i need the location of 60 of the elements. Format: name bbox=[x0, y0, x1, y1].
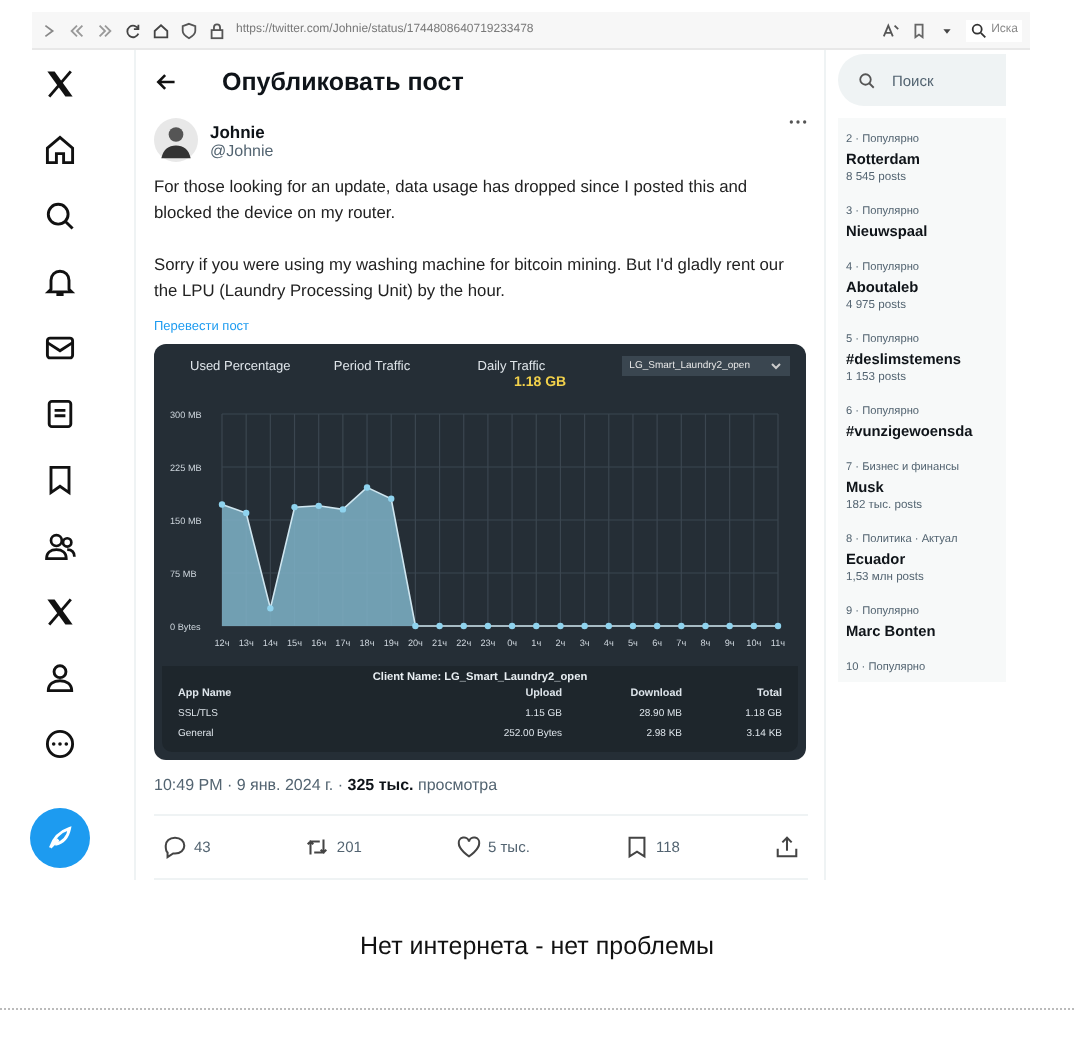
chevron-icon bbox=[770, 360, 782, 372]
data-point bbox=[339, 506, 347, 513]
post-text: Sorry if you were using my washing machine for bitcoin mining. But I'd gladly rent our the LPU (Laundry Processing Unit) by the hour. bbox=[154, 252, 784, 304]
avatar[interactable] bbox=[154, 118, 198, 162]
data-point bbox=[533, 622, 540, 630]
data-point bbox=[291, 504, 298, 511]
data-point bbox=[242, 509, 250, 517]
bookmark-icon[interactable] bbox=[623, 834, 650, 860]
post-text: For those looking for an update, data usage has dropped since I posted this and blocked the device on my router. bbox=[154, 174, 750, 226]
reload-icon[interactable] bbox=[124, 21, 142, 39]
comment-icon[interactable] bbox=[162, 834, 188, 860]
profile-icon[interactable] bbox=[41, 660, 77, 696]
read-aloud-icon[interactable] bbox=[881, 21, 900, 39]
x-logo-icon[interactable] bbox=[41, 66, 77, 102]
share-icon[interactable] bbox=[774, 834, 800, 860]
back-arrow-icon[interactable] bbox=[154, 70, 178, 94]
page-title: Опубликовать пост bbox=[222, 68, 464, 96]
data-point bbox=[267, 605, 274, 612]
data-point bbox=[605, 622, 612, 630]
author-name[interactable]: Johnie bbox=[210, 121, 776, 141]
rewind-icon[interactable] bbox=[68, 21, 86, 39]
author-handle[interactable]: @Johnie bbox=[210, 141, 776, 159]
data-point bbox=[218, 501, 226, 508]
fast-forward-icon[interactable] bbox=[96, 21, 114, 39]
data-point bbox=[774, 622, 782, 630]
lock-icon bbox=[208, 21, 226, 39]
data-point bbox=[629, 622, 637, 630]
home-icon[interactable] bbox=[152, 21, 170, 39]
feather-icon bbox=[43, 822, 75, 854]
data-point bbox=[557, 622, 564, 630]
repost-icon[interactable] bbox=[304, 834, 331, 860]
heart-icon[interactable] bbox=[455, 834, 482, 860]
data-point bbox=[702, 622, 709, 630]
data-point bbox=[315, 502, 322, 510]
data-point bbox=[508, 622, 516, 630]
data-point bbox=[363, 484, 371, 491]
data-point bbox=[653, 622, 661, 630]
bell-icon[interactable] bbox=[41, 264, 77, 300]
data-point bbox=[750, 622, 758, 630]
forward-icon[interactable] bbox=[40, 21, 58, 39]
more-icon[interactable] bbox=[788, 118, 808, 126]
compose-button[interactable] bbox=[29, 808, 89, 868]
caption: Нет интернета - нет проблемы bbox=[358, 932, 716, 960]
more-icon[interactable] bbox=[41, 726, 77, 762]
post-meta: 10:49 PM · 9 янв. 2024 г. · 325 тыс. просмотра bbox=[154, 776, 808, 816]
data-point bbox=[726, 622, 733, 630]
search-icon bbox=[969, 21, 988, 39]
search-icon bbox=[858, 71, 876, 89]
data-point bbox=[460, 622, 467, 630]
data-point bbox=[412, 622, 419, 630]
people-icon[interactable] bbox=[41, 528, 77, 564]
data-point bbox=[678, 622, 685, 630]
data-point bbox=[484, 622, 492, 630]
x-logo-icon[interactable] bbox=[41, 594, 77, 630]
home-icon[interactable] bbox=[41, 132, 77, 168]
data-point bbox=[388, 495, 395, 502]
data-point bbox=[436, 622, 443, 630]
shield-icon bbox=[180, 21, 198, 39]
search-icon[interactable] bbox=[41, 198, 77, 234]
data-point bbox=[581, 622, 588, 630]
